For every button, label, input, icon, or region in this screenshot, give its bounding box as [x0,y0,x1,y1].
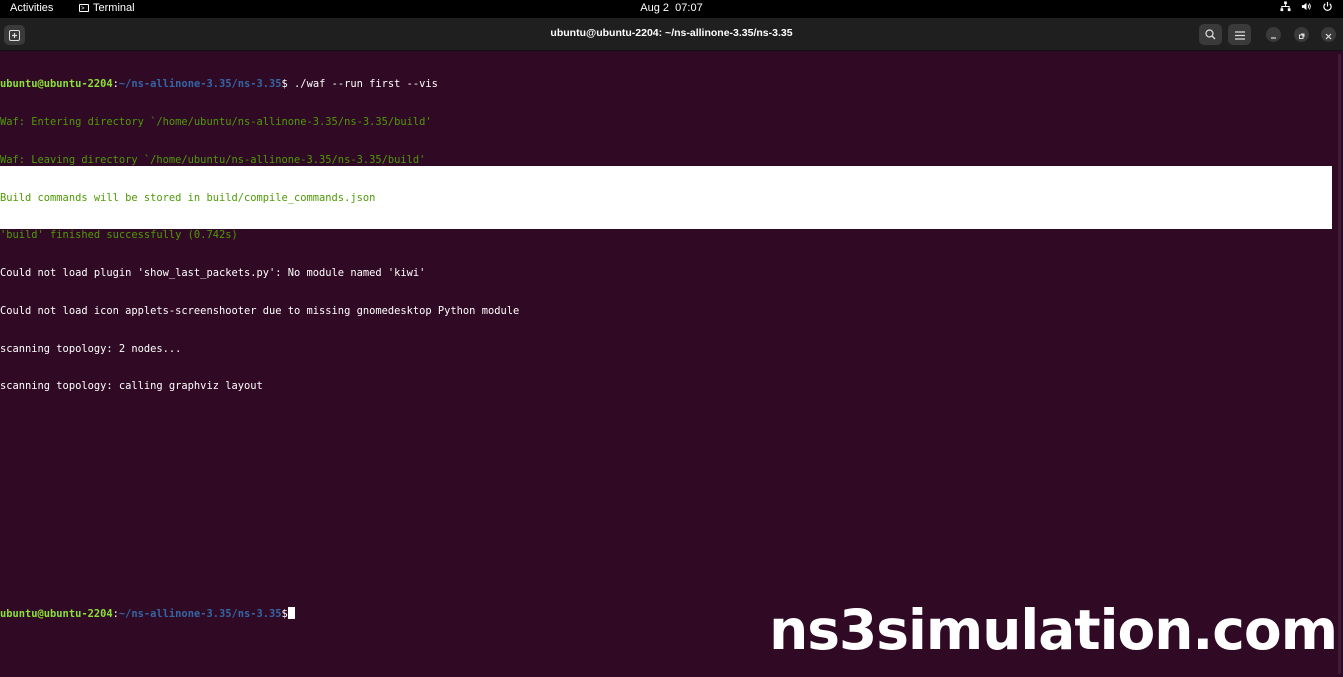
selected-output-line: At time +2.00369s server received 1024 b… [0,493,432,506]
system-tray[interactable] [1280,1,1333,12]
gnome-top-bar: Activities > Terminal Aug 2 07:07 [0,0,1343,18]
scrollbar-thumb[interactable] [1338,54,1341,674]
selected-output-line: At time +2.00737s client received 1024 b… [0,569,407,582]
terminal-headerbar: ubuntu@ubuntu-2204: ~/ns-allinone-3.35/n… [0,18,1343,51]
hamburger-menu-icon [1234,25,1245,44]
current-prompt-line: ubuntu@ubuntu-2204:~/ns-allinone-3.35/ns… [0,607,519,620]
output-line: Could not load icon applets-screenshoote… [0,304,520,317]
output-line: Waf: Leaving directory `/home/ubuntu/ns-… [0,153,426,166]
terminal-icon: > [79,4,89,12]
new-tab-button[interactable] [4,25,25,45]
activities-button[interactable]: Activities [10,2,53,14]
output-line: Waf: Entering directory `/home/ubuntu/ns… [0,115,432,128]
terminal-output-area[interactable]: ubuntu@ubuntu-2204:~/ns-allinone-3.35/ns… [0,52,1343,677]
window-title: ubuntu@ubuntu-2204: ~/ns-allinone-3.35/n… [0,27,1343,39]
search-icon [1205,25,1216,44]
prompt-path: ~/ns-allinone-3.35/ns-3.35 [118,78,282,91]
output-line: 'build' finished successfully (0.742s) [0,229,238,242]
maximize-button[interactable] [1294,27,1309,42]
selected-output-line: At time +2s client sent 1024 bytes to 10… [0,456,332,468]
network-icon[interactable] [1280,1,1291,12]
close-icon [1325,25,1332,44]
search-button[interactable] [1199,24,1222,45]
command-line: ubuntu@ubuntu-2204:~/ns-allinone-3.35/ns… [0,78,519,91]
text-cursor [287,607,295,620]
main-menu-button[interactable] [1228,24,1251,45]
terminal-lines: ubuntu@ubuntu-2204:~/ns-allinone-3.35/ns… [0,53,519,645]
clock: Aug 2 07:07 [0,2,1343,14]
selected-output-line: scanning topology: all done. [0,418,176,431]
minimize-icon [1270,25,1277,44]
output-line: Could not load plugin 'show_last_packets… [0,267,426,280]
app-menu-terminal[interactable]: > Terminal [79,2,135,14]
output-line: Build commands will be stored in build/c… [0,191,376,204]
output-line: scanning topology: calling graphviz layo… [0,380,263,393]
prompt-user: ubuntu@ubuntu-2204 [0,78,113,91]
selected-output-line: At time +2.00369s server sent 1024 bytes… [0,531,395,544]
new-tab-icon [9,26,20,45]
prompt-path: ~/ns-allinone-3.35/ns-3.35 [118,608,282,621]
minimize-button[interactable] [1266,27,1281,42]
maximize-icon [1298,25,1305,44]
watermark-text: ns3simulation.com [769,598,1338,662]
command-text: ./waf --run first --vis [287,78,438,91]
output-line: scanning topology: 2 nodes... [0,342,182,355]
clock-button[interactable]: Aug 2 07:07 [640,2,702,14]
prompt-user: ubuntu@ubuntu-2204 [0,608,113,621]
window-title-text: ubuntu@ubuntu-2204: ~/ns-allinone-3.35/n… [550,27,793,39]
clock-time: 07:07 [675,2,703,14]
close-button[interactable] [1321,27,1336,42]
terminal-scrollbar[interactable] [1336,54,1342,674]
power-icon[interactable] [1322,1,1333,12]
clock-date: Aug 2 [640,2,670,14]
volume-icon[interactable] [1301,1,1312,12]
app-name-label: Terminal [93,2,135,14]
